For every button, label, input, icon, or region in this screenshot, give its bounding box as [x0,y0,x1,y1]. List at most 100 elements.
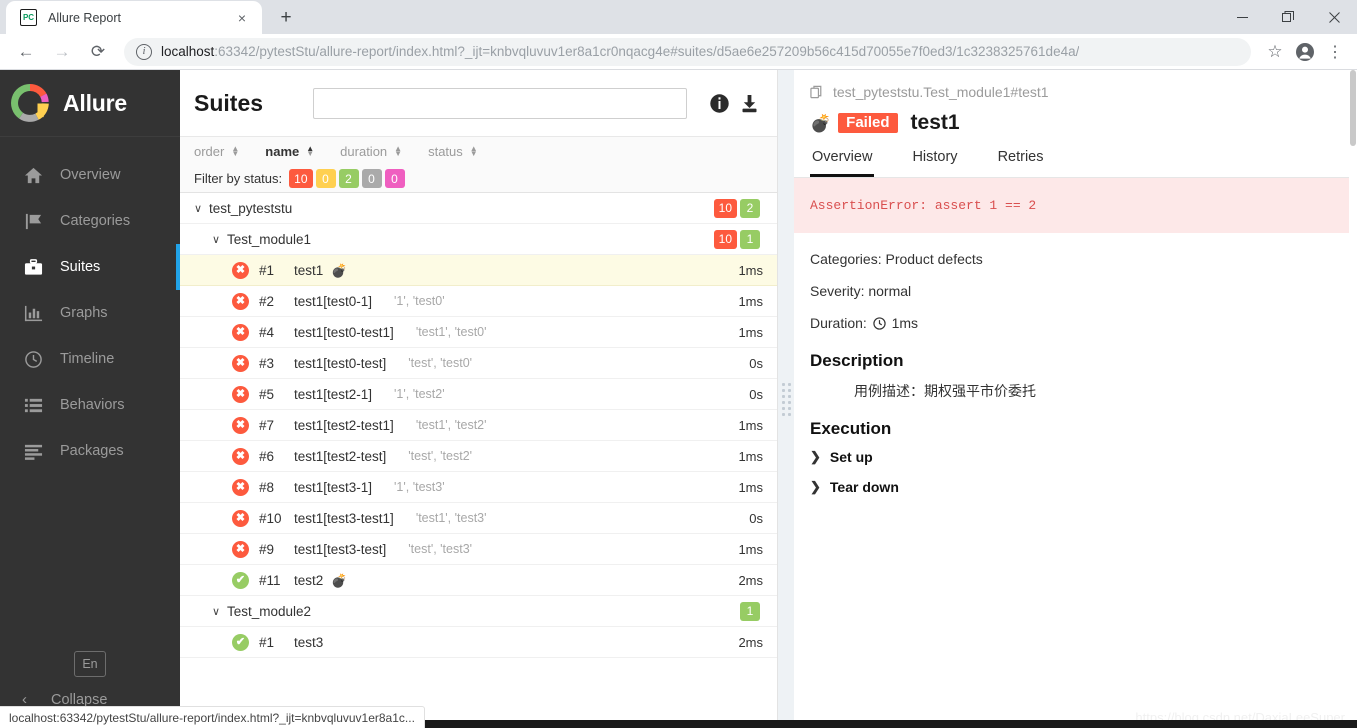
sidebar-item-label: Suites [60,259,101,275]
new-tab-button[interactable]: + [272,3,300,31]
download-icon[interactable] [737,91,761,115]
sidebar-item-suites[interactable]: Suites [0,244,180,290]
chevron-down-icon[interactable]: ∨ [194,202,209,215]
filter-badge-unknown[interactable]: 0 [384,169,405,188]
test-row[interactable]: ✖ #4 test1[test0-test1] 'test1', 'test0' 1ms [180,317,777,348]
severity-line: Severity: normal [810,283,912,299]
copy-icon[interactable] [810,85,825,100]
sidebar-item-packages[interactable]: Packages [0,428,180,474]
forward-icon[interactable]: → [47,37,77,67]
test-row[interactable]: ✖ #9 test1[test3-test] 'test', 'test3' 1ms [180,534,777,565]
test-params: 'test', 'test0' [408,356,473,370]
group-badges: 10 2 [713,198,763,218]
chevron-down-icon[interactable]: ∨ [212,233,227,246]
tree-group-test_pyteststu[interactable]: ∨ test_pyteststu 10 2 [180,193,777,224]
restore-icon[interactable] [1265,0,1311,34]
chevron-right-icon: ❯ [810,449,821,464]
duration-line: Duration: 1ms [810,315,1341,331]
sidebar-item-behaviors[interactable]: Behaviors [0,382,180,428]
test-name: test1[test2-test1] [294,417,394,433]
close-icon[interactable]: × [232,8,252,28]
test-order: #9 [259,541,275,557]
bar-chart-icon [22,304,44,323]
browser-tab-bar: PC Allure Report × + [0,0,1357,34]
sort-label: name [265,143,300,159]
test-meta: Categories: Product defects Severity: no… [794,233,1357,347]
drag-handle-icon[interactable] [781,382,791,416]
group-badges: 10 1 [713,229,763,249]
test-params: 'test', 'test2' [408,449,473,463]
passed-status-icon: ✔ [232,633,249,651]
count-badge: 1 [740,229,760,249]
test-order: #3 [259,355,275,371]
browser-tab[interactable]: PC Allure Report × [6,1,262,34]
test-order: #2 [259,293,275,309]
clock-icon [873,317,886,330]
info-icon[interactable] [707,91,731,115]
test-duration: 1ms [738,417,763,433]
test-row[interactable]: ✔ #1 test3 2ms [180,627,777,658]
sort-by-order[interactable]: order ▲ ▼ [194,144,239,159]
suites-tree: ∨ test_pyteststu 10 2 ∨ Test_module1 10 1 ✖ #1 tes… [180,193,777,728]
sort-by-name[interactable]: name ▲ ▼ [265,144,314,159]
failed-status-icon: ✖ [232,478,249,496]
browser-menu-icon[interactable]: ⋮ [1321,38,1349,66]
link-status-bar: localhost:63342/pytestStu/allure-report/… [0,706,425,728]
brand-logo[interactable]: Allure [0,70,180,137]
list-icon [22,396,44,415]
test-duration: 1ms [738,541,763,557]
setup-section[interactable]: ❯ Set up [810,449,1341,465]
panel-splitter[interactable] [778,70,794,728]
test-row[interactable]: ✖ #6 test1[test2-test] 'test', 'test2' 1ms [180,441,777,472]
test-row[interactable]: ✖ #8 test1[test3-1] '1', 'test3' 1ms [180,472,777,503]
sidebar-item-overview[interactable]: Overview [0,152,180,198]
test-row[interactable]: ✖ #3 test1[test0-test] 'test', 'test0' 0s [180,348,777,379]
sidebar: Allure Overview Categories Suites Graphs… [0,70,180,728]
test-row[interactable]: ✖ #2 test1[test0-1] '1', 'test0' 1ms [180,286,777,317]
suites-header: Suites [180,70,777,137]
duration-label: Duration: [810,315,867,331]
sort-by-duration[interactable]: duration ▲ ▼ [340,144,402,159]
test-row[interactable]: ✖ #1 test1 💣 1ms [180,255,777,286]
test-params: '1', 'test2' [394,387,445,401]
url-path: :63342/pytestStu/allure-report/index.htm… [214,44,1080,59]
filter-badge-passed[interactable]: 2 [338,169,359,188]
teardown-label: Tear down [829,479,899,495]
filter-badge-skipped[interactable]: 0 [361,169,382,188]
sidebar-nav: Overview Categories Suites Graphs Timeli… [0,137,180,474]
sidebar-item-categories[interactable]: Categories [0,198,180,244]
test-row[interactable]: ✔ #11 test2 💣 2ms [180,565,777,596]
test-row[interactable]: ✖ #10 test1[test3-test1] 'test1', 'test3' 0s [180,503,777,534]
test-params: '1', 'test0' [394,294,445,308]
tab-overview[interactable]: Overview [810,149,875,177]
filter-badge-failed[interactable]: 10 [289,169,313,188]
bookmark-star-icon[interactable]: ☆ [1261,38,1289,66]
filter-label: Filter by status: [194,171,283,186]
reload-icon[interactable]: ⟳ [83,37,113,67]
chevron-down-icon[interactable]: ∨ [212,605,227,618]
close-window-icon[interactable] [1311,0,1357,34]
tab-history[interactable]: History [910,149,959,177]
teardown-section[interactable]: ❯ Tear down [810,479,1341,495]
address-bar[interactable]: i localhost:63342/pytestStu/allure-repor… [124,37,1251,66]
filter-badge-broken[interactable]: 0 [315,169,336,188]
back-icon[interactable]: ← [11,37,41,67]
test-row[interactable]: ✖ #5 test1[test2-1] '1', 'test2' 0s [180,379,777,410]
site-info-icon[interactable]: i [136,43,152,60]
sort-arrows-icon: ▲ ▼ [306,144,315,158]
search-input[interactable] [313,87,687,119]
sidebar-item-graphs[interactable]: Graphs [0,290,180,336]
test-row[interactable]: ✖ #7 test1[test2-test1] 'test1', 'test2' 1ms [180,410,777,441]
tab-retries[interactable]: Retries [996,149,1046,177]
tree-group-Test_module2[interactable]: ∨ Test_module2 1 [180,596,777,627]
test-params: 'test', 'test3' [408,542,473,556]
detail-scrollbar[interactable] [1349,70,1357,728]
language-selector[interactable]: En [74,651,106,677]
test-order: #1 [259,262,275,278]
tree-group-Test_module1[interactable]: ∨ Test_module1 10 1 [180,224,777,255]
chevron-right-icon: ❯ [810,479,821,494]
profile-icon[interactable] [1291,38,1319,66]
sidebar-item-timeline[interactable]: Timeline [0,336,180,382]
minimize-icon[interactable] [1219,0,1265,34]
sort-by-status[interactable]: status ▲ ▼ [428,144,478,159]
